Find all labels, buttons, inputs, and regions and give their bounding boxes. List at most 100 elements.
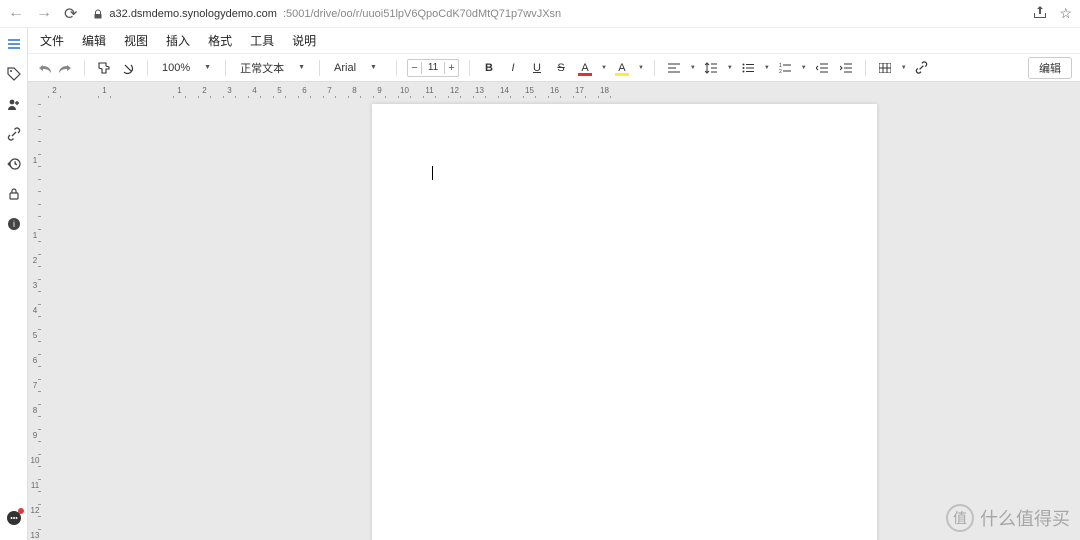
ruler-tick: 7 xyxy=(28,373,42,398)
chevron-down-icon[interactable]: ▼ xyxy=(601,65,607,71)
undo-button[interactable] xyxy=(36,59,54,77)
canvas xyxy=(42,98,1080,540)
ruler-tick: 3 xyxy=(217,86,242,95)
line-spacing-button[interactable] xyxy=(702,59,720,77)
browser-nav: ← → ⟳ xyxy=(8,4,77,24)
watermark: 值 什么值得买 xyxy=(946,504,1070,532)
ruler-tick: 7 xyxy=(317,86,342,95)
ruler-tick: 1 xyxy=(167,86,192,95)
menubar: 文件 编辑 视图 插入 格式 工具 说明 xyxy=(28,28,1080,54)
ruler-tick: 15 xyxy=(517,86,542,95)
style-select[interactable]: 正常文本▼ xyxy=(236,60,309,76)
ruler-tick: 6 xyxy=(28,348,42,373)
ruler-tick: 11 xyxy=(28,473,42,498)
watermark-text: 什么值得买 xyxy=(980,505,1070,531)
ruler-tick: 6 xyxy=(292,86,317,95)
menu-help[interactable]: 说明 xyxy=(292,32,316,49)
font-size-dec[interactable]: − xyxy=(408,62,422,74)
back-button[interactable]: ← xyxy=(8,4,24,24)
ruler-tick: 17 xyxy=(567,86,592,95)
ruler-tick: 1 xyxy=(92,86,117,95)
menu-icon[interactable] xyxy=(6,36,22,52)
font-size-value[interactable]: 11 xyxy=(422,62,444,73)
outdent-button[interactable] xyxy=(813,59,831,77)
table-button[interactable] xyxy=(876,59,894,77)
ruler-tick: 2 xyxy=(28,248,42,273)
ruler-tick: 12 xyxy=(442,86,467,95)
ruler-tick: 8 xyxy=(342,86,367,95)
url-bar[interactable]: a32.dsmdemo.synologydemo.com:5001/drive/… xyxy=(87,8,1023,20)
star-icon[interactable]: ☆ xyxy=(1059,5,1072,22)
ruler-tick: 10 xyxy=(392,86,417,95)
highlight-button[interactable]: A xyxy=(613,59,631,77)
ruler-tick xyxy=(28,123,42,148)
font-select[interactable]: Arial▼ xyxy=(330,62,386,74)
share-icon[interactable] xyxy=(1033,5,1047,22)
redo-button[interactable] xyxy=(56,59,74,77)
ruler-area: 21123456789101112131415161718 1123456789… xyxy=(28,82,1080,540)
reload-button[interactable]: ⟳ xyxy=(64,4,77,24)
toolbar: 100%▼ 正常文本▼ Arial▼ − 11 + B I U S A▼ A▼ … xyxy=(28,54,1080,82)
history-icon[interactable] xyxy=(6,156,22,172)
lock-rail-icon[interactable] xyxy=(6,186,22,202)
insert-link-button[interactable] xyxy=(913,59,931,77)
document-page[interactable] xyxy=(372,104,877,540)
italic-button[interactable]: I xyxy=(504,59,522,77)
horizontal-ruler[interactable]: 21123456789101112131415161718 xyxy=(42,82,1080,98)
align-button[interactable] xyxy=(665,59,683,77)
menu-format[interactable]: 格式 xyxy=(208,32,232,49)
menu-insert[interactable]: 插入 xyxy=(166,32,190,49)
ruler-tick xyxy=(28,173,42,198)
svg-text:2: 2 xyxy=(779,69,782,73)
ruler-tick xyxy=(28,198,42,223)
strike-button[interactable]: S xyxy=(552,59,570,77)
ruler-tick: 4 xyxy=(28,298,42,323)
menu-edit[interactable]: 编辑 xyxy=(82,32,106,49)
ruler-tick: 10 xyxy=(28,448,42,473)
number-list-button[interactable]: 12 xyxy=(776,59,794,77)
ruler-tick xyxy=(28,98,42,123)
font-size-stepper: − 11 + xyxy=(407,59,459,77)
ruler-tick: 16 xyxy=(542,86,567,95)
ruler-tick: 3 xyxy=(28,273,42,298)
text-color-button[interactable]: A xyxy=(576,59,594,77)
ruler-tick: 9 xyxy=(28,423,42,448)
info-icon[interactable]: i xyxy=(6,216,22,232)
left-rail: i xyxy=(0,28,28,540)
work-area: 文件 编辑 视图 插入 格式 工具 说明 100%▼ 正常文本▼ Arial▼ … xyxy=(28,28,1080,540)
menu-file[interactable]: 文件 xyxy=(40,32,64,49)
menu-view[interactable]: 视图 xyxy=(124,32,148,49)
link-icon[interactable] xyxy=(6,126,22,142)
zoom-select[interactable]: 100%▼ xyxy=(158,62,215,74)
ruler-tick: 11 xyxy=(417,86,442,95)
ruler-tick: 8 xyxy=(28,398,42,423)
bullet-list-button[interactable] xyxy=(739,59,757,77)
chevron-down-icon[interactable]: ▼ xyxy=(638,65,644,71)
menu-tools[interactable]: 工具 xyxy=(250,32,274,49)
vertical-ruler[interactable]: 112345678910111213141516 xyxy=(28,98,42,540)
ruler-tick: 5 xyxy=(267,86,292,95)
ruler-tick: 9 xyxy=(367,86,392,95)
forward-button[interactable]: → xyxy=(36,4,52,24)
mode-edit-button[interactable]: 编辑 xyxy=(1028,57,1072,79)
watermark-icon: 值 xyxy=(946,504,974,532)
ruler-tick: 1 xyxy=(28,148,42,173)
font-size-inc[interactable]: + xyxy=(444,62,458,74)
ruler-tick: 5 xyxy=(28,323,42,348)
ruler-tick: 18 xyxy=(592,86,617,95)
ruler-tick: 13 xyxy=(28,523,42,540)
ruler-tick: 13 xyxy=(467,86,492,95)
underline-button[interactable]: U xyxy=(528,59,546,77)
url-host: a32.dsmdemo.synologydemo.com xyxy=(109,8,277,20)
ruler-tick: 1 xyxy=(28,223,42,248)
browser-bar: ← → ⟳ a32.dsmdemo.synologydemo.com:5001/… xyxy=(0,0,1080,28)
ruler-tick: 12 xyxy=(28,498,42,523)
tag-icon[interactable] xyxy=(6,66,22,82)
paint-format-button[interactable] xyxy=(95,59,113,77)
text-cursor xyxy=(432,166,433,180)
bold-button[interactable]: B xyxy=(480,59,498,77)
indent-button[interactable] xyxy=(837,59,855,77)
chat-icon[interactable] xyxy=(6,510,22,526)
share-user-icon[interactable] xyxy=(6,96,22,112)
clear-format-button[interactable] xyxy=(119,59,137,77)
